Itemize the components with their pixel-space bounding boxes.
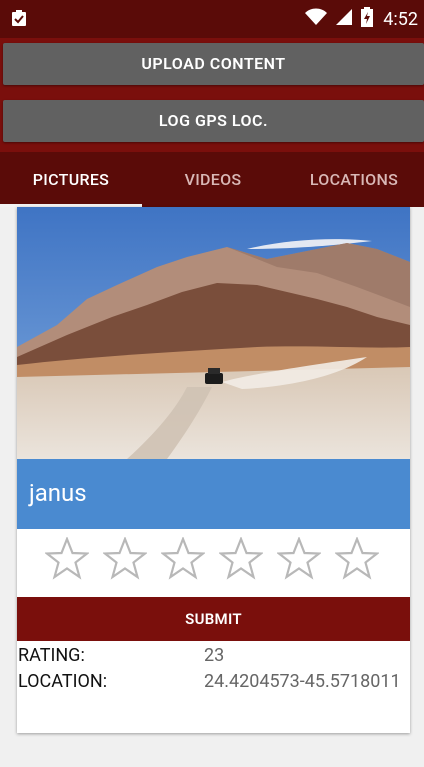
- star-rating[interactable]: [45, 537, 379, 581]
- star-icon[interactable]: [45, 537, 89, 581]
- action-area: UPLOAD CONTENT LOG GPS LOC.: [0, 38, 424, 152]
- picture-image[interactable]: [17, 207, 410, 459]
- rating-label: RATING:: [18, 645, 85, 666]
- star-icon[interactable]: [335, 537, 379, 581]
- star-icon[interactable]: [219, 537, 263, 581]
- tab-locations[interactable]: LOCATIONS: [284, 152, 424, 207]
- location-row: LOCATION: 24.4204573-45.5718011: [18, 671, 410, 697]
- upload-content-button[interactable]: UPLOAD CONTENT: [3, 43, 424, 85]
- tab-bar: PICTURES VIDEOS LOCATIONS: [0, 152, 424, 207]
- rating-value: 23: [204, 645, 225, 666]
- status-bar: 4:52: [0, 0, 424, 38]
- clipboard-check-icon: [10, 9, 28, 31]
- clock: 4:52: [383, 8, 418, 30]
- title-band: janus: [17, 459, 410, 529]
- location-value: 24.4204573-45.5718011: [204, 671, 401, 692]
- rating-row: RATING: 23: [18, 645, 410, 671]
- picture-card: janus SUBMIT RATING: 23 LOCATION: 24.420…: [17, 207, 410, 733]
- log-gps-button[interactable]: LOG GPS LOC.: [3, 100, 424, 142]
- tab-videos[interactable]: VIDEOS: [142, 152, 284, 207]
- picture-title: janus: [29, 479, 87, 507]
- star-icon[interactable]: [103, 537, 147, 581]
- tab-pictures[interactable]: PICTURES: [0, 152, 142, 207]
- star-icon[interactable]: [161, 537, 205, 581]
- cellular-icon: [335, 8, 353, 30]
- location-label: LOCATION:: [18, 671, 108, 692]
- wifi-icon: [305, 8, 328, 30]
- star-icon[interactable]: [277, 537, 321, 581]
- submit-button[interactable]: SUBMIT: [17, 597, 410, 641]
- battery-charging-icon: [361, 7, 374, 31]
